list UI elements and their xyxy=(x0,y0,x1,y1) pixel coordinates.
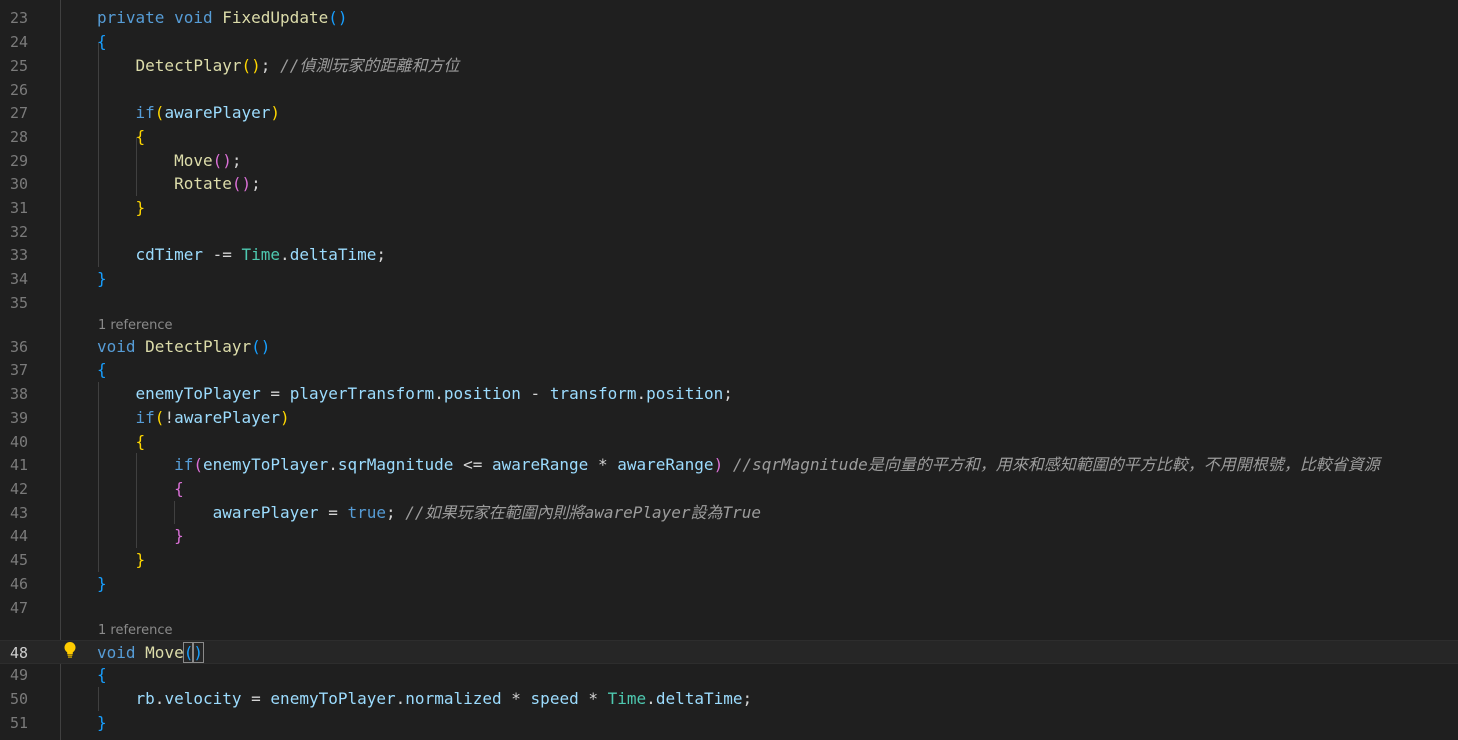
code-text[interactable]: Rotate(); xyxy=(97,172,261,196)
code-line[interactable]: 36 void DetectPlayr() xyxy=(0,335,1458,359)
line-number[interactable]: 24 xyxy=(0,30,28,54)
code-line[interactable]: 32 xyxy=(0,220,1458,244)
line-number[interactable]: 50 xyxy=(0,687,28,711)
code-line[interactable]: 33 cdTimer -= Time.deltaTime; xyxy=(0,243,1458,267)
code-line[interactable]: 25 DetectPlayr(); //偵測玩家的距離和方位 xyxy=(0,54,1458,78)
line-number[interactable]: 40 xyxy=(0,430,28,454)
code-text[interactable]: { xyxy=(97,358,107,382)
code-text[interactable]: if(!awarePlayer) xyxy=(97,406,290,430)
lightbulb-icon[interactable] xyxy=(63,641,77,659)
code-text[interactable]: rb.velocity = enemyToPlayer.normalized *… xyxy=(97,687,753,711)
code-line[interactable]: 34} xyxy=(0,267,1458,291)
code-text[interactable]: } xyxy=(97,196,146,220)
code-text[interactable]: private void FixedUpdate() xyxy=(97,6,348,30)
code-line[interactable]: 43 awarePlayer = true; //如果玩家在範圍內則將aware… xyxy=(0,501,1458,525)
code-line[interactable]: 50 rb.velocity = enemyToPlayer.normalize… xyxy=(0,687,1458,711)
code-line[interactable]: 29 Move(); xyxy=(0,149,1458,173)
line-number[interactable]: 35 xyxy=(0,291,28,315)
code-text[interactable]: } xyxy=(97,267,107,291)
line-number[interactable]: 43 xyxy=(0,501,28,525)
code-line[interactable]: 27 if(awarePlayer) xyxy=(0,101,1458,125)
code-line[interactable]: 45 } xyxy=(0,548,1458,572)
code-line[interactable]: 51} xyxy=(0,711,1458,735)
line-number[interactable]: 26 xyxy=(0,78,28,102)
code-line[interactable]: 30 Rotate(); xyxy=(0,172,1458,196)
line-number[interactable]: 29 xyxy=(0,149,28,173)
line-number[interactable]: 23 xyxy=(0,6,28,30)
line-number[interactable]: 36 xyxy=(0,335,28,359)
line-number[interactable]: 41 xyxy=(0,453,28,477)
line-number[interactable]: 28 xyxy=(0,125,28,149)
code-line[interactable]: 48 void Move() xyxy=(0,640,1458,664)
code-text[interactable]: Move(); xyxy=(97,149,241,173)
codelens-references[interactable]: 1 reference xyxy=(98,622,172,640)
code-line[interactable]: 35 xyxy=(0,291,1458,315)
code-line[interactable]: 42 { xyxy=(0,477,1458,501)
code-line[interactable]: 31 } xyxy=(0,196,1458,220)
code-line[interactable]: 49 { xyxy=(0,663,1458,687)
code-line[interactable]: 37 { xyxy=(0,358,1458,382)
line-number[interactable]: 33 xyxy=(0,243,28,267)
codelens-references[interactable]: 1 reference xyxy=(98,317,172,335)
code-line[interactable]: 41 if(enemyToPlayer.sqrMagnitude <= awar… xyxy=(0,453,1458,477)
code-text[interactable]: enemyToPlayer = playerTransform.position… xyxy=(97,382,733,406)
line-number[interactable]: 46 xyxy=(0,572,28,596)
line-number[interactable]: 47 xyxy=(0,596,28,620)
code-line[interactable]: 40 { xyxy=(0,430,1458,454)
code-text[interactable]: } xyxy=(97,548,146,572)
code-line[interactable]: 23 private void FixedUpdate() xyxy=(0,6,1458,30)
code-text[interactable]: awarePlayer = true; //如果玩家在範圍內則將awarePla… xyxy=(97,501,761,525)
line-number[interactable]: 27 xyxy=(0,101,28,125)
line-number[interactable]: 44 xyxy=(0,524,28,548)
line-number[interactable]: 34 xyxy=(0,267,28,291)
code-line[interactable]: 46} xyxy=(0,572,1458,596)
code-line[interactable]: 26 xyxy=(0,78,1458,102)
line-number[interactable]: 42 xyxy=(0,477,28,501)
line-number[interactable]: 51 xyxy=(0,711,28,735)
line-number[interactable]: 45 xyxy=(0,548,28,572)
code-text[interactable]: void DetectPlayr() xyxy=(97,335,270,359)
code-line[interactable]: 24 { xyxy=(0,30,1458,54)
code-text[interactable]: } xyxy=(97,524,184,548)
line-number[interactable]: 25 xyxy=(0,54,28,78)
line-number[interactable]: 30 xyxy=(0,172,28,196)
code-text[interactable]: { xyxy=(97,663,107,687)
code-line[interactable]: 39 if(!awarePlayer) xyxy=(0,406,1458,430)
code-text[interactable]: if(awarePlayer) xyxy=(97,101,281,125)
code-line[interactable]: 44 } xyxy=(0,524,1458,548)
line-number[interactable]: 31 xyxy=(0,196,28,220)
code-text[interactable]: { xyxy=(97,477,184,501)
code-text[interactable]: void Move() xyxy=(97,641,204,665)
code-text[interactable]: cdTimer -= Time.deltaTime; xyxy=(97,243,387,267)
line-number[interactable]: 49 xyxy=(0,663,28,687)
line-number[interactable]: 32 xyxy=(0,220,28,244)
code-text[interactable]: DetectPlayr(); //偵測玩家的距離和方位 xyxy=(97,54,460,78)
code-line[interactable]: 28 { xyxy=(0,125,1458,149)
line-number[interactable]: 48 xyxy=(0,641,28,665)
line-number[interactable]: 39 xyxy=(0,406,28,430)
line-number[interactable]: 37 xyxy=(0,358,28,382)
code-text[interactable]: if(enemyToPlayer.sqrMagnitude <= awareRa… xyxy=(97,453,1380,477)
code-text[interactable]: } xyxy=(97,572,107,596)
line-number[interactable]: 38 xyxy=(0,382,28,406)
code-editor[interactable]: 0 references1 reference1 reference 23pri… xyxy=(0,0,1458,740)
code-text[interactable]: { xyxy=(97,125,146,149)
code-text[interactable]: { xyxy=(97,430,146,454)
code-text[interactable]: { xyxy=(97,30,107,54)
code-line[interactable]: 47 xyxy=(0,596,1458,620)
code-text[interactable]: } xyxy=(97,711,107,735)
code-line[interactable]: 38 enemyToPlayer = playerTransform.posit… xyxy=(0,382,1458,406)
